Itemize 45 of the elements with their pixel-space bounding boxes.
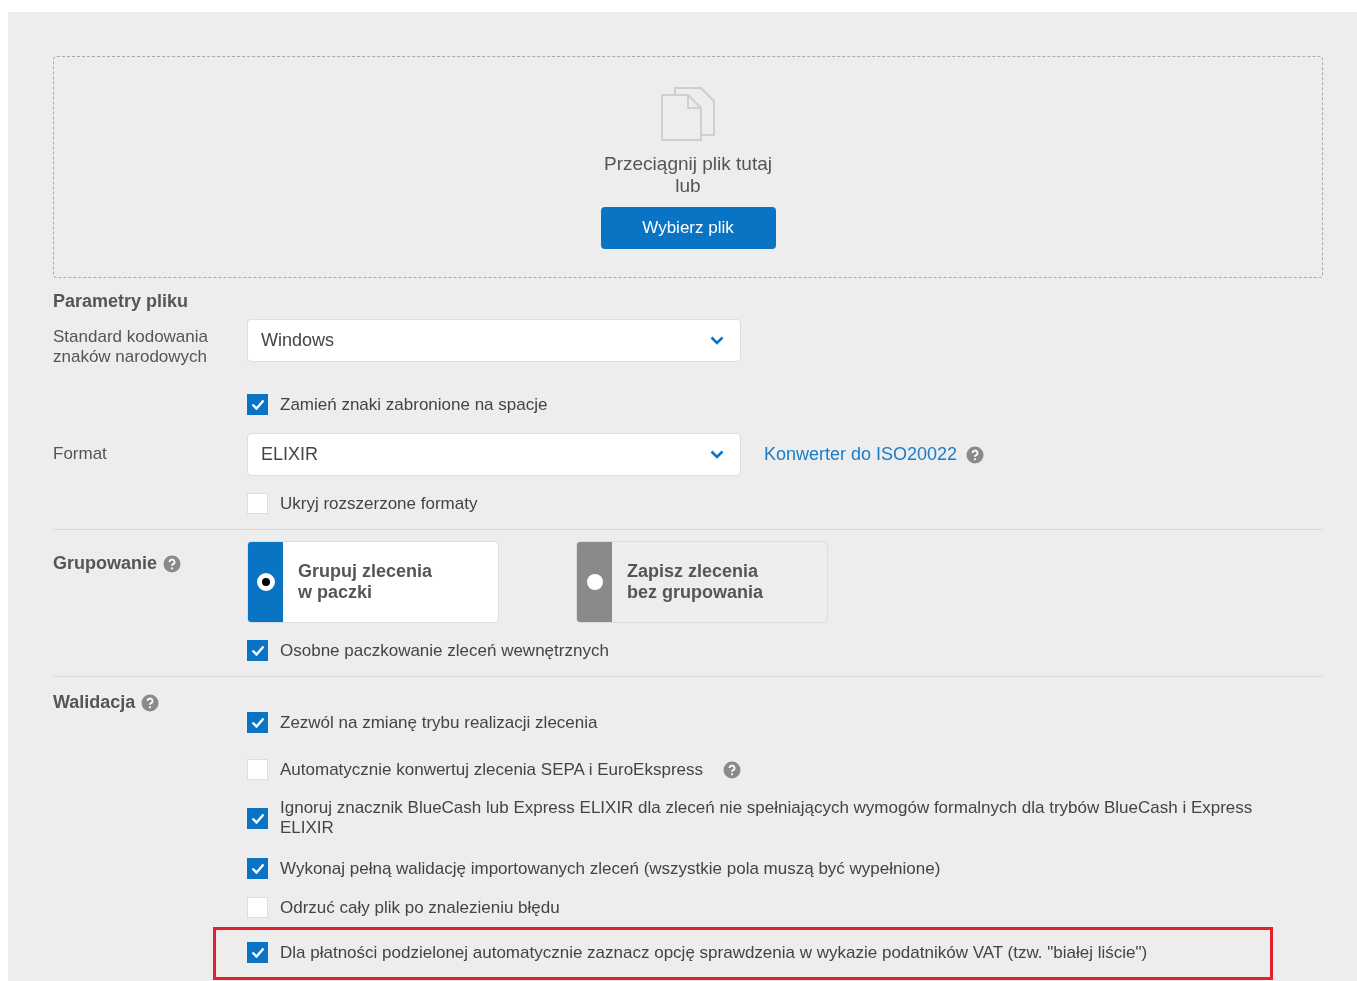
checkbox[interactable] <box>247 942 268 963</box>
section-title: Parametry pliku <box>53 291 190 312</box>
drop-hint-or: lub <box>674 175 702 197</box>
file-dropzone[interactable]: Przeciągnij plik tutaj lub Wybierz plik <box>53 56 1323 278</box>
radio-card[interactable]: Zapisz zlecenia bez grupowania <box>576 541 828 623</box>
checkbox-label: Zezwól na zmianę trybu realizacji zlecenia <box>280 712 598 733</box>
checkmark-icon <box>250 863 265 874</box>
checkbox[interactable] <box>247 394 268 415</box>
checkbox-label: Automatycznie konwertuj zlecenia SEPA i EuroEkspress <box>280 759 703 780</box>
choose-file-button[interactable]: Wybierz plik <box>600 207 776 249</box>
documents-icon <box>659 85 717 141</box>
checkmark-icon <box>250 717 265 728</box>
checkbox-label: Zamień znaki zabronione na spacje <box>280 394 548 415</box>
chevron-down-icon <box>710 336 724 345</box>
section-label: Walidacja <box>53 692 136 713</box>
chevron-down-icon <box>710 450 724 459</box>
checkbox-label: Osobne paczkowanie zleceń wewnętrznych <box>280 640 609 661</box>
field-label: Format <box>53 444 108 465</box>
checkbox[interactable] <box>247 759 268 780</box>
checkbox[interactable] <box>247 807 268 829</box>
checkbox-label: Ignoruj znacznik BlueCash lub Express ELIXIR dla zleceń nie spełniających wymogów formalnych dla trybów BlueCash i Express ELIXIR <box>280 798 1254 838</box>
checkbox-label: Wykonaj pełną walidację importowanych zleceń (wszystkie pola muszą być wypełnione) <box>280 858 941 879</box>
drop-hint: Przeciągnij plik tutaj <box>604 153 772 175</box>
converter-link[interactable]: Konwerter do ISO20022 <box>764 444 958 465</box>
section-label: Grupowanie <box>53 553 157 574</box>
help-icon[interactable] <box>966 445 985 464</box>
select-field[interactable]: Windows <box>247 319 741 362</box>
help-icon[interactable] <box>163 554 181 573</box>
checkmark-icon <box>250 645 265 656</box>
checkbox[interactable] <box>247 493 268 514</box>
help-icon[interactable] <box>141 693 160 712</box>
checkmark-icon <box>250 947 265 958</box>
checkbox[interactable] <box>247 858 268 879</box>
field-label: Standard kodowania znaków narodowych <box>53 327 209 368</box>
checkbox[interactable] <box>247 640 268 661</box>
checkmark-icon <box>250 812 265 824</box>
radio-card[interactable]: Grupuj zlecenia w paczki <box>247 541 499 623</box>
checkmark-icon <box>250 399 265 410</box>
checkbox-label: Ukryj rozszerzone formaty <box>280 493 478 514</box>
checkbox-label: Odrzuć cały plik po znalezieniu błędu <box>280 897 560 918</box>
help-icon[interactable] <box>723 760 741 779</box>
checkbox-label: Dla płatności podzielonej automatycznie zaznacz opcję sprawdzenia w wykazie podatników VAT (tzw. "białej liście") <box>280 942 1148 963</box>
checkbox[interactable] <box>247 897 268 918</box>
checkbox[interactable] <box>247 712 268 733</box>
select-field[interactable]: ELIXIR <box>247 433 741 476</box>
